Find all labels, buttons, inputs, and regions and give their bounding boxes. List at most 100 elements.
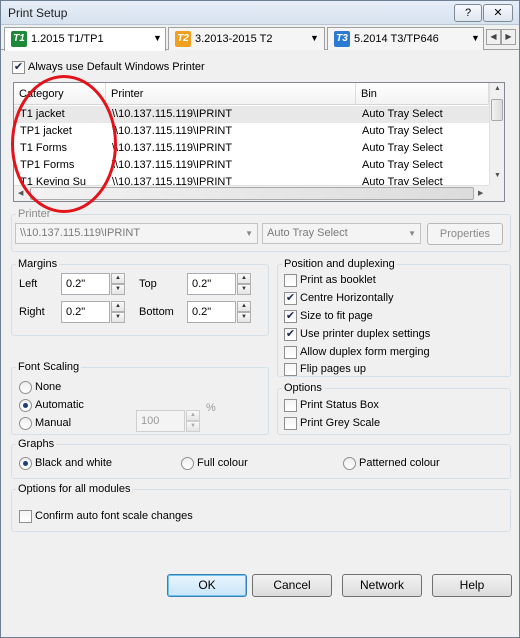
scaling-percent-stepper[interactable]: ▲ ▼ <box>186 410 200 432</box>
duplex-settings-checkbox[interactable]: ✔ <box>284 328 297 341</box>
font-scaling-label: Font Scaling <box>16 361 82 373</box>
bottom-margin-stepper[interactable]: ▲ ▼ <box>237 301 251 323</box>
confirm-font-scale-label: Confirm auto font scale changes <box>35 510 193 522</box>
window-title: Print Setup <box>8 6 68 20</box>
spin-down-icon[interactable]: ▼ <box>237 284 251 295</box>
centre-horizontally-label: Centre Horizontally <box>300 292 394 304</box>
printer-cell: \\10.137.115.119\IPRINT <box>112 159 233 171</box>
duplex-settings-label: Use printer duplex settings <box>300 328 431 340</box>
scroll-right-icon[interactable]: ▶ <box>478 189 483 197</box>
top-margin-stepper[interactable]: ▲ ▼ <box>237 273 251 295</box>
centre-horizontally-checkbox[interactable]: ✔ <box>284 292 297 305</box>
modules-group-label: Options for all modules <box>16 483 133 495</box>
ok-button[interactable]: OK <box>167 574 247 597</box>
vertical-scrollbar[interactable]: ▲ ▼ <box>489 83 504 185</box>
spin-down-icon[interactable]: ▼ <box>186 421 200 432</box>
dropdown-arrow-icon[interactable]: ▼ <box>471 33 480 43</box>
scaling-automatic-label: Automatic <box>35 399 84 411</box>
cancel-button[interactable]: Cancel <box>252 574 332 597</box>
spin-up-icon[interactable]: ▲ <box>237 301 251 312</box>
position-duplex-label: Position and duplexing <box>282 258 397 270</box>
tab-scroll-left-icon[interactable]: ◀ <box>486 29 501 45</box>
t1-badge-icon: T1 <box>11 31 27 47</box>
tab-2014-t3[interactable]: T3 5.2014 T3/TP646 ▼ <box>327 27 484 50</box>
spin-down-icon[interactable]: ▼ <box>111 312 125 323</box>
spin-up-icon[interactable]: ▲ <box>111 273 125 284</box>
bin-cell: Auto Tray Select <box>362 142 443 154</box>
help-button[interactable]: Help <box>432 574 512 597</box>
column-header-bin[interactable]: Bin <box>356 83 489 105</box>
top-margin-value: 0.2" <box>192 278 212 290</box>
scaling-none-label: None <box>35 381 62 393</box>
percent-unit-label: % <box>206 402 216 414</box>
print-status-box-checkbox[interactable] <box>284 399 297 412</box>
flip-pages-checkbox[interactable] <box>284 363 297 376</box>
left-margin-label: Left <box>19 278 38 290</box>
graphs-full-colour-radio[interactable] <box>181 457 194 470</box>
size-to-fit-checkbox[interactable]: ✔ <box>284 310 297 323</box>
duplex-merging-checkbox[interactable] <box>284 346 297 359</box>
graphs-bw-radio[interactable] <box>19 457 32 470</box>
dropdown-arrow-icon[interactable]: ▼ <box>310 33 319 43</box>
printer-select[interactable]: \\10.137.115.119\IPRINT ▼ <box>15 223 258 244</box>
network-button[interactable]: Network <box>342 574 422 597</box>
left-margin-stepper[interactable]: ▲ ▼ <box>111 273 125 295</box>
year-tabs: T1 1.2015 T1/TP1 ▼ T2 3.2013-2015 T2 ▼ T… <box>1 26 519 51</box>
scroll-down-icon[interactable]: ▼ <box>494 172 501 179</box>
column-header-printer[interactable]: Printer <box>106 83 356 105</box>
spin-up-icon[interactable]: ▲ <box>237 273 251 284</box>
graphs-patterned-label: Patterned colour <box>359 457 440 469</box>
tab-2013-2015-t2[interactable]: T2 3.2013-2015 T2 ▼ <box>168 27 325 50</box>
tab-label: 5.2014 T3/TP646 <box>354 33 439 45</box>
top-margin-input[interactable]: 0.2" <box>187 273 236 295</box>
print-grey-scale-checkbox[interactable] <box>284 417 297 430</box>
bottom-margin-input[interactable]: 0.2" <box>187 301 236 323</box>
right-margin-input[interactable]: 0.2" <box>61 301 110 323</box>
graphs-full-colour-label: Full colour <box>197 457 248 469</box>
dropdown-arrow-icon[interactable]: ▼ <box>153 33 162 43</box>
print-grey-scale-label: Print Grey Scale <box>300 417 381 429</box>
print-as-booklet-label: Print as booklet <box>300 274 376 286</box>
bin-cell: Auto Tray Select <box>362 125 443 137</box>
close-button[interactable]: ✕ <box>483 4 513 22</box>
tab-scroll-right-icon[interactable]: ▶ <box>501 29 516 45</box>
properties-button[interactable]: Properties <box>427 223 503 245</box>
tab-label: 1.2015 T1/TP1 <box>31 33 104 45</box>
size-to-fit-label: Size to fit page <box>300 310 373 322</box>
bottom-margin-value: 0.2" <box>192 306 212 318</box>
vertical-scroll-thumb[interactable] <box>491 99 503 121</box>
tab-2015-t1[interactable]: T1 1.2015 T1/TP1 ▼ <box>4 27 166 51</box>
scaling-manual-radio[interactable] <box>19 417 32 430</box>
spin-up-icon[interactable]: ▲ <box>186 410 200 421</box>
spin-down-icon[interactable]: ▼ <box>111 284 125 295</box>
spin-down-icon[interactable]: ▼ <box>237 312 251 323</box>
scaling-automatic-radio[interactable] <box>19 399 32 412</box>
graphs-bw-label: Black and white <box>35 457 113 469</box>
scroll-corner <box>489 185 504 201</box>
scaling-manual-label: Manual <box>35 417 72 429</box>
scaling-none-radio[interactable] <box>19 381 32 394</box>
confirm-font-scale-checkbox[interactable] <box>19 510 32 523</box>
bin-cell: Auto Tray Select <box>362 176 443 185</box>
scroll-left-icon[interactable]: ◀ <box>18 189 23 197</box>
right-margin-label: Right <box>19 306 45 318</box>
help-title-button[interactable]: ? <box>454 4 482 22</box>
scroll-up-icon[interactable]: ▲ <box>494 85 501 92</box>
scaling-percent-input[interactable]: 100 <box>136 410 185 432</box>
print-setup-dialog: Print Setup ? ✕ T1 1.2015 T1/TP1 ▼ T2 3.… <box>0 0 520 638</box>
t3-badge-icon: T3 <box>334 31 350 47</box>
tab-scroll: ◀ ▶ <box>486 29 516 45</box>
left-margin-input[interactable]: 0.2" <box>61 273 110 295</box>
print-as-booklet-checkbox[interactable] <box>284 274 297 287</box>
printer-group-label: Printer <box>16 208 53 220</box>
always-default-checkbox[interactable]: ✔ <box>12 61 25 74</box>
right-margin-value: 0.2" <box>66 306 86 318</box>
printer-cell: \\10.137.115.119\IPRINT <box>112 108 233 120</box>
right-margin-stepper[interactable]: ▲ ▼ <box>111 301 125 323</box>
bin-select[interactable]: Auto Tray Select ▼ <box>262 223 421 244</box>
graphs-patterned-radio[interactable] <box>343 457 356 470</box>
spin-up-icon[interactable]: ▲ <box>111 301 125 312</box>
chevron-down-icon: ▼ <box>245 229 253 238</box>
printer-select-value: \\10.137.115.119\IPRINT <box>20 227 141 239</box>
bin-cell: Auto Tray Select <box>362 159 443 171</box>
